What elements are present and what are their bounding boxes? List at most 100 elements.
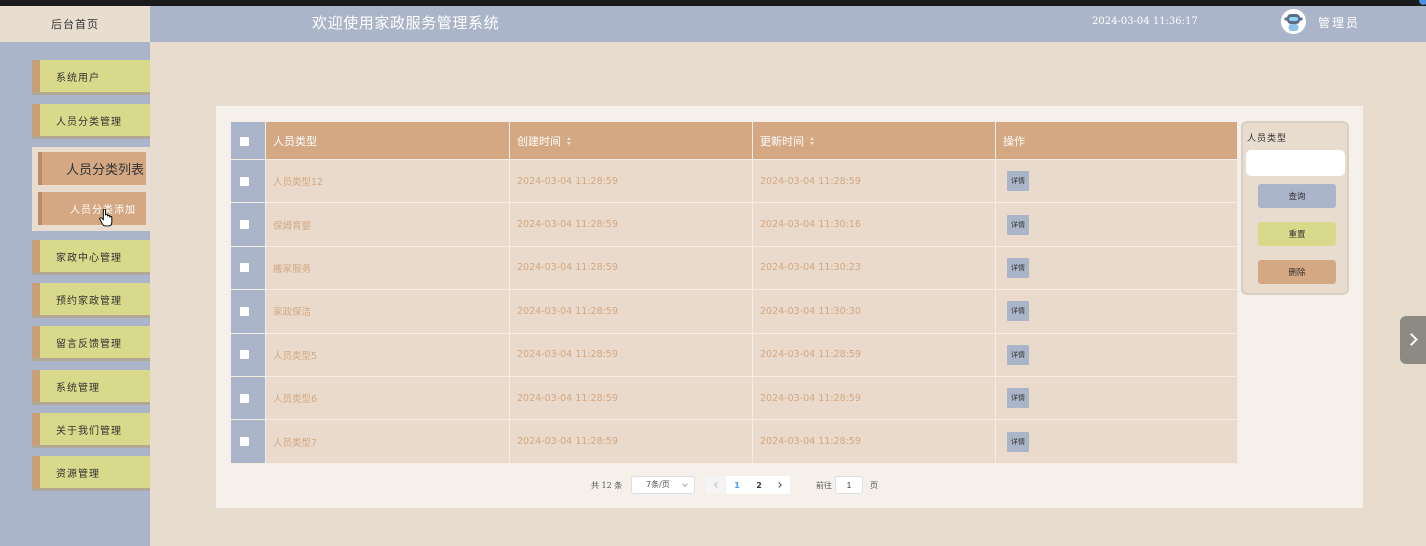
column-header-type: 人员类型 (265, 121, 510, 160)
detail-button[interactable]: 详情 (1007, 257, 1029, 278)
row-checkbox-cell (230, 375, 266, 421)
submenu-item-category-add[interactable]: 人员分类添加 (38, 192, 146, 225)
chevron-down-icon (682, 481, 688, 487)
reset-button[interactable]: 重置 (1258, 222, 1336, 246)
row-checkbox[interactable] (240, 263, 249, 273)
header-checkbox-cell (230, 121, 266, 160)
column-header-updated[interactable]: 更新时间 (752, 121, 996, 160)
cell-actions: 详情 (995, 202, 1238, 247)
search-input[interactable] (1246, 150, 1345, 176)
submenu-item-category-list[interactable]: 人员分类列表 (38, 152, 146, 185)
table-row: 人员类型6 2024-03-04 11:28:59 2024-03-04 11:28… (230, 375, 1238, 421)
chevron-right-icon (1405, 333, 1418, 346)
chevron-left-icon (714, 482, 720, 488)
column-header-created[interactable]: 创建时间 (509, 121, 753, 160)
cell-staff-type: 人员类型12 (265, 158, 510, 204)
column-label: 人员类型 (273, 134, 317, 148)
delete-button[interactable]: 删除 (1258, 260, 1336, 284)
user-menu[interactable]: 管理员 (1318, 14, 1360, 31)
cell-actions: 详情 (995, 245, 1238, 291)
cell-actions: 详情 (995, 419, 1238, 464)
table-row: 家政保洁 2024-03-04 11:28:59 2024-03-04 11:30:… (230, 289, 1238, 334)
pager: 1 2 (706, 476, 790, 494)
goto-label: 前往 (816, 481, 832, 490)
detail-button[interactable]: 详情 (1007, 301, 1029, 322)
goto-page-input[interactable] (835, 476, 863, 494)
sidebar-item-about[interactable]: 关于我们管理 (32, 413, 150, 445)
prev-page-button[interactable] (706, 476, 726, 494)
sidebar-item-feedback[interactable]: 留言反馈管理 (32, 326, 150, 358)
cell-updated-time: 2024-03-04 11:30:30 (752, 289, 996, 334)
detail-button[interactable]: 详情 (1007, 388, 1029, 409)
side-expand-tab[interactable] (1400, 316, 1426, 364)
cell-staff-type: 搬家服务 (265, 245, 510, 291)
cell-created-time: 2024-03-04 11:28:59 (509, 419, 753, 464)
cell-updated-time: 2024-03-04 11:28:59 (752, 332, 996, 377)
table-row: 保姆育婴 2024-03-04 11:28:59 2024-03-04 11:30:… (230, 202, 1238, 247)
row-checkbox[interactable] (240, 176, 249, 186)
notification-dot (1419, 0, 1426, 5)
cell-created-time: 2024-03-04 11:28:59 (509, 289, 753, 334)
table-row: 人员类型7 2024-03-04 11:28:59 2024-03-04 11:28… (230, 419, 1238, 464)
page-button-2[interactable]: 2 (748, 476, 770, 494)
cell-actions: 详情 (995, 375, 1238, 421)
detail-button[interactable]: 详情 (1007, 431, 1029, 452)
sidebar-item-resources[interactable]: 资源管理 (32, 456, 150, 488)
cell-actions: 详情 (995, 332, 1238, 377)
cell-staff-type: 家政保洁 (265, 289, 510, 334)
pointer-cursor-icon (99, 208, 113, 227)
row-checkbox-cell (230, 202, 266, 247)
cell-created-time: 2024-03-04 11:28:59 (509, 245, 753, 291)
next-page-button[interactable] (770, 476, 790, 494)
sidebar-item-staff-category[interactable]: 人员分类管理 (32, 104, 150, 136)
sidebar-item-booking[interactable]: 预约家政管理 (32, 283, 150, 315)
cell-created-time: 2024-03-04 11:28:59 (509, 332, 753, 377)
page-size-value: 7条/页 (646, 480, 670, 489)
row-checkbox-cell (230, 332, 266, 377)
cell-updated-time: 2024-03-04 11:30:16 (752, 202, 996, 247)
row-checkbox[interactable] (240, 437, 249, 447)
cell-staff-type: 人员类型6 (265, 375, 510, 421)
data-table: 人员类型 创建时间 更新时间 操作 人员类型12 2024-03-04 11:28… (230, 121, 1238, 464)
sidebar-submenu: 人员分类列表 人员分类添加 (32, 147, 150, 231)
page-button-1[interactable]: 1 (726, 476, 748, 494)
sidebar-item-service-center[interactable]: 家政中心管理 (32, 240, 150, 272)
detail-button[interactable]: 详情 (1007, 344, 1029, 365)
current-datetime: 2024-03-04 11:36:17 (1092, 16, 1198, 27)
home-link[interactable]: 后台首页 (0, 6, 150, 42)
cell-created-time: 2024-03-04 11:28:59 (509, 158, 753, 204)
page-size-select[interactable]: 7条/页 (631, 476, 695, 494)
row-checkbox[interactable] (240, 350, 249, 360)
query-button[interactable]: 查询 (1258, 184, 1336, 208)
row-checkbox[interactable] (240, 306, 249, 316)
table-body: 人员类型12 2024-03-04 11:28:59 2024-03-04 11:2… (230, 158, 1238, 464)
sort-icon[interactable] (566, 137, 572, 146)
cell-updated-time: 2024-03-04 11:28:59 (752, 419, 996, 464)
pagination-total: 共 12 条 (591, 481, 623, 490)
sort-icon[interactable] (809, 137, 815, 146)
cell-updated-time: 2024-03-04 11:28:59 (752, 375, 996, 421)
robot-avatar-icon[interactable] (1281, 9, 1306, 34)
row-checkbox[interactable] (240, 220, 249, 230)
detail-button[interactable]: 详情 (1007, 171, 1029, 192)
column-label: 操作 (1003, 134, 1025, 148)
search-label: 人员类型 (1247, 134, 1288, 144)
cell-updated-time: 2024-03-04 11:28:59 (752, 158, 996, 204)
cell-staff-type: 保姆育婴 (265, 202, 510, 247)
table-row: 人员类型5 2024-03-04 11:28:59 2024-03-04 11:28… (230, 332, 1238, 377)
chevron-right-icon (776, 482, 782, 488)
row-checkbox-cell (230, 245, 266, 291)
cell-staff-type: 人员类型5 (265, 332, 510, 377)
cell-staff-type: 人员类型7 (265, 419, 510, 464)
row-checkbox-cell (230, 289, 266, 334)
select-all-checkbox[interactable] (240, 136, 249, 146)
cell-actions: 详情 (995, 158, 1238, 204)
sidebar-item-system[interactable]: 系统管理 (32, 370, 150, 402)
detail-button[interactable]: 详情 (1007, 214, 1029, 235)
sidebar-item-system-users[interactable]: 系统用户 (32, 60, 150, 92)
cell-updated-time: 2024-03-04 11:30:23 (752, 245, 996, 291)
table-header-row: 人员类型 创建时间 更新时间 操作 (230, 121, 1238, 160)
table-row: 人员类型12 2024-03-04 11:28:59 2024-03-04 11:2… (230, 158, 1238, 204)
row-checkbox[interactable] (240, 393, 249, 403)
column-label: 创建时间 (517, 134, 561, 148)
